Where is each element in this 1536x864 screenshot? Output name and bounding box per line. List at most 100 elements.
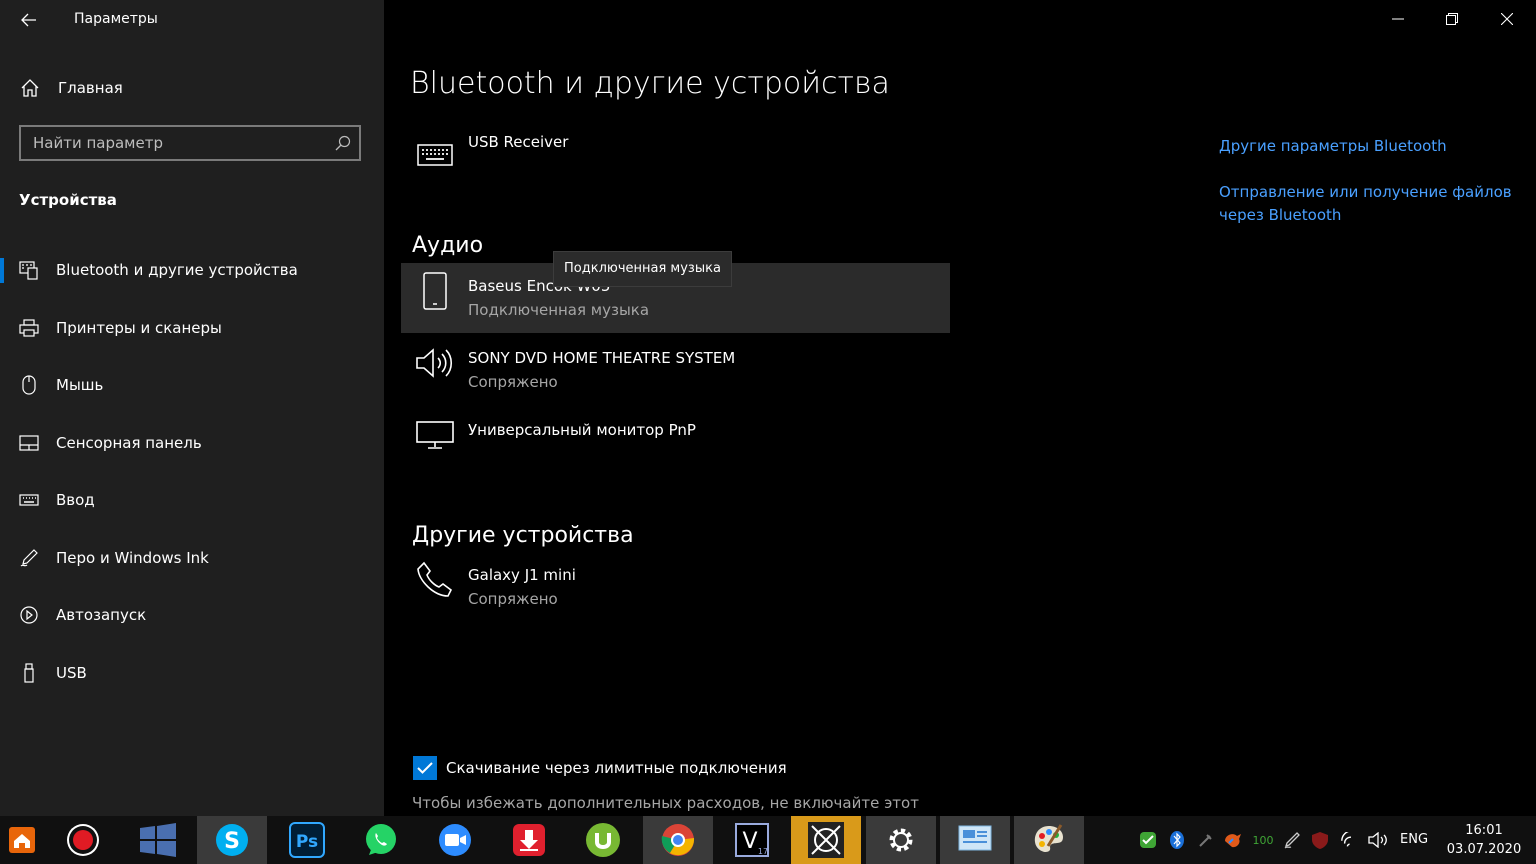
sidebar-item-usb[interactable]: USB	[0, 645, 384, 703]
main-content: Bluetooth и другие устройства USB Receiv…	[384, 0, 1536, 816]
touchpad-icon	[19, 433, 39, 453]
restore-button[interactable]	[1425, 0, 1479, 38]
battery-indicator[interactable]: 100	[1250, 830, 1276, 850]
sidebar-item-autoplay[interactable]: Автозапуск	[0, 587, 384, 645]
vegas-button[interactable]: V 17	[717, 816, 787, 864]
settings-icon	[889, 828, 913, 852]
search-box[interactable]	[19, 125, 361, 161]
speaker-icon	[413, 343, 457, 383]
control-panel-button[interactable]	[940, 816, 1010, 864]
vegas-icon: V 17	[735, 823, 769, 857]
chrome-button[interactable]	[643, 816, 713, 864]
device-sony-dvd[interactable]: SONY DVD HOME THEATRE SYSTEM Сопряжено	[401, 335, 950, 405]
svg-text:V: V	[742, 829, 757, 854]
phone-call-icon	[413, 560, 457, 600]
close-button[interactable]	[1480, 0, 1534, 38]
skype-button[interactable]: S	[197, 816, 267, 864]
language-indicator[interactable]: ENG	[1400, 832, 1428, 847]
paint-button[interactable]	[1014, 816, 1084, 864]
sidebar-item-label: Главная	[58, 79, 123, 97]
whatsapp-icon	[366, 824, 396, 855]
antivirus-tray-button[interactable]	[1222, 830, 1246, 850]
close-icon	[1501, 13, 1513, 25]
record-app-button[interactable]	[58, 816, 108, 864]
link-send-receive-files[interactable]: Отправление или получение файлов через B…	[1219, 181, 1519, 227]
app-title: Параметры	[74, 11, 158, 27]
pen-tray-icon	[1284, 832, 1300, 849]
back-button[interactable]	[14, 6, 44, 34]
sidebar-item-bluetooth[interactable]: Bluetooth и другие устройства	[0, 242, 384, 300]
keyboard-icon	[19, 490, 39, 510]
sidebar-item-printers[interactable]: Принтеры и сканеры	[0, 300, 384, 358]
antivirus-icon	[1225, 834, 1241, 848]
printer-icon	[19, 318, 39, 338]
device-pnp-monitor[interactable]: Универсальный монитор PnP	[401, 407, 950, 477]
zoom-button[interactable]	[420, 816, 490, 864]
device-status: Подключенная музыка	[468, 301, 650, 319]
metered-note: Чтобы избежать дополнительных расходов, …	[412, 794, 919, 812]
utorrent-button[interactable]	[568, 816, 638, 864]
clock[interactable]: 16:01 03.07.2020	[1440, 821, 1528, 859]
control-panel-icon	[958, 825, 992, 851]
autoplay-icon	[19, 605, 39, 625]
link-more-bluetooth-options[interactable]: Другие параметры Bluetooth	[1219, 135, 1519, 158]
device-galaxy-j1[interactable]: Galaxy J1 mini Сопряжено	[401, 552, 950, 622]
minimize-button[interactable]	[1371, 0, 1425, 38]
security-tray-button[interactable]	[1138, 830, 1158, 850]
svg-text:S: S	[224, 829, 240, 854]
downloader-button[interactable]	[494, 816, 564, 864]
svg-text:17: 17	[758, 847, 768, 856]
page-title: Bluetooth и другие устройства	[410, 66, 890, 101]
home-app-icon	[9, 827, 35, 853]
settings-button[interactable]	[866, 816, 936, 864]
sidebar-item-mouse[interactable]: Мышь	[0, 357, 384, 415]
sidebar: Параметры Главная Устройства Bluetooth и…	[0, 0, 384, 816]
device-name: USB Receiver	[468, 133, 569, 151]
start-button[interactable]	[130, 816, 186, 864]
photoshop-button[interactable]: Ps	[272, 816, 342, 864]
sidebar-item-label: Перо и Windows Ink	[56, 548, 209, 567]
sidebar-item-typing[interactable]: Ввод	[0, 472, 384, 530]
alert-tray-button[interactable]	[1309, 830, 1331, 850]
device-status: Сопряжено	[468, 373, 558, 391]
wifi-icon	[1341, 832, 1352, 847]
monitor-icon	[413, 415, 457, 455]
pen-tray-button[interactable]	[1282, 830, 1302, 850]
sidebar-item-label: Ввод	[56, 491, 95, 509]
sidebar-item-home[interactable]: Главная	[0, 70, 384, 106]
metered-download-checkbox[interactable]	[413, 756, 437, 780]
skype-icon: S	[216, 824, 248, 856]
back-arrow-icon	[21, 13, 36, 27]
utorrent-icon	[586, 823, 620, 857]
pen-icon	[19, 548, 39, 568]
sidebar-item-label: Bluetooth и другие устройства	[56, 261, 298, 279]
whatsapp-button[interactable]	[346, 816, 416, 864]
record-app-icon	[67, 824, 99, 856]
alert-shield-icon	[1312, 832, 1328, 849]
keyboard-icon	[413, 134, 457, 174]
search-input[interactable]	[21, 127, 321, 159]
home-app-button[interactable]	[0, 816, 44, 864]
search-icon[interactable]	[335, 135, 351, 155]
crosshair-app-button[interactable]	[791, 816, 861, 864]
checkmark-icon	[417, 762, 433, 774]
mouse-icon	[19, 375, 39, 395]
sidebar-item-label: Сенсорная панель	[56, 433, 202, 452]
sidebar-item-pen[interactable]: Перо и Windows Ink	[0, 530, 384, 588]
usb-tray-button[interactable]	[1196, 830, 1216, 850]
clock-time: 16:01	[1465, 823, 1503, 838]
chrome-icon	[661, 824, 695, 856]
photoshop-icon: Ps	[289, 822, 325, 858]
device-status: Сопряжено	[468, 590, 558, 608]
minimize-icon	[1392, 18, 1404, 20]
audio-heading: Аудио	[412, 233, 484, 258]
safely-remove-icon	[1199, 834, 1212, 847]
volume-tray-button[interactable]	[1367, 830, 1389, 850]
checkbox-label: Скачивание через лимитные подключения	[446, 759, 787, 777]
device-name: Универсальный монитор PnP	[468, 421, 696, 439]
bluetooth-tray-button[interactable]	[1167, 830, 1187, 850]
device-usb-receiver[interactable]: USB Receiver	[401, 126, 950, 196]
wifi-tray-button[interactable]	[1340, 830, 1362, 850]
zoom-icon	[439, 824, 471, 856]
sidebar-item-touchpad[interactable]: Сенсорная панель	[0, 415, 384, 473]
